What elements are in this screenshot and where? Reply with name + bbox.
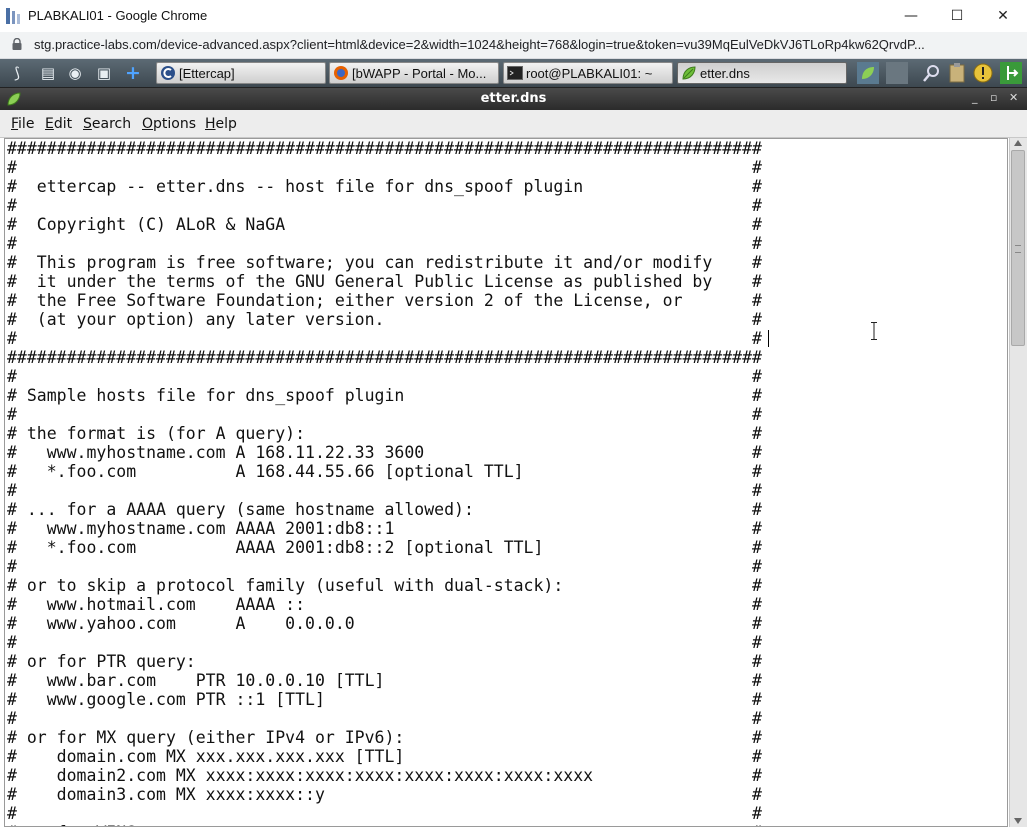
gedit-maximize-button[interactable]: ▫ [990,91,997,104]
kali-taskbar: ⟆ ▤ ◉ ▣ + [Ettercap] [bWAPP - Portal - M… [0,59,1027,88]
menu-help[interactable]: Help [205,116,237,132]
editor-line[interactable]: # (at your option) any later version. # [7,310,762,329]
gedit-tray-icon[interactable] [857,62,879,84]
task-label: [Ettercap] [179,65,235,81]
editor-line[interactable]: # the Free Software Foundation; either v… [7,291,762,310]
gedit-minimize-button[interactable]: _ [972,91,978,104]
gedit-icon [682,66,696,80]
menu-options[interactable]: Options [142,116,196,132]
editor-line[interactable]: # www.yahoo.com A 0.0.0.0 # [7,614,762,633]
windows-icon[interactable]: ▣ [93,62,115,84]
task-ettercap[interactable]: [Ettercap] [156,62,326,84]
browser-globe-icon[interactable]: ◉ [64,62,86,84]
editor-line[interactable]: # domain.com MX xxx.xxx.xxx.xxx [TTL] # [7,747,762,766]
editor-line[interactable]: # # [7,367,762,386]
vertical-scrollbar[interactable] [1009,138,1027,827]
editor-line[interactable]: # *.foo.com A 168.44.55.66 [optional TTL… [7,462,762,481]
editor-line[interactable]: # domain3.com MX xxxx:xxxx::y # [7,785,762,804]
editor-line[interactable]: # # [7,709,762,728]
remote-desktop-icon [6,8,20,24]
editor-line[interactable]: # it under the terms of the GNU General … [7,272,762,291]
warning-icon[interactable] [972,62,994,84]
editor-line[interactable]: # Sample hosts file for dns_spoof plugin… [7,386,762,405]
editor-line[interactable]: # # [7,234,762,253]
editor-line[interactable]: # ettercap -- etter.dns -- host file for… [7,177,762,196]
task-label: etter.dns [700,65,750,81]
text-editor[interactable]: ########################################… [4,138,1008,827]
editor-line[interactable]: # domain2.com MX xxxx:xxxx:xxxx:xxxx:xxx… [7,766,762,785]
terminal-icon [507,66,523,80]
grip-icon [1015,245,1021,253]
gedit-window-title: etter.dns [480,91,547,106]
editor-text-area[interactable]: ########################################… [7,139,762,826]
minimize-button[interactable]: — [888,0,934,32]
editor-line[interactable]: ########################################… [7,348,762,367]
editor-line[interactable]: # www.google.com PTR ::1 [TTL] # [7,690,762,709]
editor-line[interactable]: # www.myhostname.com A 168.11.22.33 3600… [7,443,762,462]
close-button[interactable]: ✕ [980,0,1026,32]
editor-line[interactable]: # # [7,405,762,424]
chrome-title-bar: PLABKALI01 - Google Chrome — ☐ ✕ [0,0,1027,33]
firefox-icon [334,66,348,80]
editor-line[interactable]: # ... for a AAAA query (same hostname al… [7,500,762,519]
editor-line[interactable]: # # [7,633,762,652]
editor-line[interactable]: # # [7,158,762,177]
editor-line[interactable]: # # [7,804,762,823]
editor-line[interactable]: # the format is (for A query): # [7,424,762,443]
workspace-icon[interactable] [886,62,908,84]
ettercap-icon [161,66,175,80]
editor-line[interactable]: # or for MX query (either IPv4 or IPv6):… [7,728,762,747]
maximize-button[interactable]: ☐ [934,0,980,32]
editor-line[interactable]: # www.hotmail.com AAAA :: # [7,595,762,614]
scrollbar-thumb[interactable] [1011,150,1025,346]
kali-menu-icon[interactable]: ⟆ [6,62,28,84]
address-bar[interactable]: stg.practice-labs.com/device-advanced.as… [0,32,1027,59]
task-firefox[interactable]: [bWAPP - Portal - Mo... [329,62,499,84]
editor-line[interactable]: ########################################… [7,139,762,158]
task-gedit[interactable]: etter.dns [677,62,847,84]
editor-line[interactable]: # # [7,196,762,215]
window-title: PLABKALI01 - Google Chrome [28,8,208,23]
editor-line[interactable]: # # [7,329,762,348]
logout-icon[interactable] [1000,62,1022,84]
ibeam-cursor-icon [871,322,877,340]
url-text[interactable]: stg.practice-labs.com/device-advanced.as… [34,37,1009,52]
editor-line[interactable]: # # [7,557,762,576]
search-icon[interactable] [921,62,943,84]
task-label: [bWAPP - Portal - Mo... [352,65,487,81]
menu-bar: File Edit Search Options Help [0,110,1027,138]
editor-line[interactable]: # This program is free software; you can… [7,253,762,272]
scroll-up-icon[interactable] [1014,140,1022,146]
editor-line[interactable]: # www.bar.com PTR 10.0.0.10 [TTL] # [7,671,762,690]
task-label: root@PLABKALI01: ~ [526,65,653,81]
text-caret [768,330,769,347]
files-icon[interactable]: ▤ [37,62,59,84]
menu-file[interactable]: File [11,116,34,132]
editor-line[interactable]: # # [7,481,762,500]
scroll-down-icon[interactable] [1014,818,1022,824]
editor-line[interactable]: # *.foo.com AAAA 2001:db8::2 [optional T… [7,538,762,557]
gedit-close-button[interactable]: ✕ [1009,91,1018,104]
gedit-title-bar: etter.dns _ ▫ ✕ [0,88,1027,110]
editor-line[interactable]: # or for PTR query: # [7,652,762,671]
add-icon[interactable]: + [122,62,144,84]
editor-line[interactable]: # or to skip a protocol family (useful w… [7,576,762,595]
menu-search[interactable]: Search [83,116,131,132]
task-terminal[interactable]: root@PLABKALI01: ~ [503,62,673,84]
lock-icon [12,38,22,50]
editor-line[interactable]: # Copyright (C) ALoR & NaGA # [7,215,762,234]
editor-line[interactable]: # www.myhostname.com AAAA 2001:db8::1 # [7,519,762,538]
editor-line[interactable]: # or for WINS query: # [7,823,762,826]
clipboard-icon[interactable] [946,62,968,84]
menu-edit[interactable]: Edit [45,116,72,132]
